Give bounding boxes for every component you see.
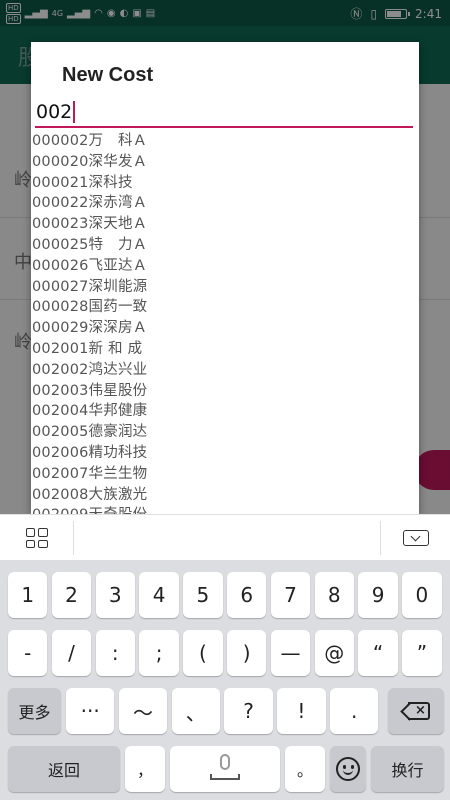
backspace-icon: × xyxy=(400,701,430,721)
suggestion-item[interactable]: 000002万 科Ａ xyxy=(32,131,416,152)
key-row1-6[interactable]: 7 xyxy=(270,572,311,618)
key-row1-9[interactable]: 0 xyxy=(402,572,442,618)
key-row2-2[interactable]: : xyxy=(95,630,135,676)
space-icon xyxy=(210,774,240,780)
suggestion-item[interactable]: 000029深深房Ａ xyxy=(32,318,416,339)
suggestion-item[interactable]: 000022深赤湾Ａ xyxy=(32,193,416,214)
key-row2-1[interactable]: / xyxy=(51,630,92,676)
suggestion-item[interactable]: 002002鸿达兴业 xyxy=(32,360,416,381)
key-row2-9[interactable]: ” xyxy=(402,630,442,676)
key-row2-5[interactable]: ) xyxy=(227,630,267,676)
key-row3-5[interactable]: . xyxy=(330,688,379,734)
stock-code-field[interactable] xyxy=(35,98,413,128)
key-row1-3[interactable]: 4 xyxy=(139,572,179,618)
back-key[interactable]: 返回 xyxy=(8,746,120,792)
suggestion-item[interactable]: 002004华邦健康 xyxy=(32,401,416,422)
keyboard-toolbar xyxy=(0,514,450,560)
key-row2-7[interactable]: @ xyxy=(314,630,354,676)
key-row2-3[interactable]: ; xyxy=(139,630,179,676)
key-row2-0[interactable]: - xyxy=(8,630,48,676)
suggestion-item[interactable]: 002007华兰生物 xyxy=(32,464,416,485)
backspace-key[interactable]: × xyxy=(388,688,444,734)
key-row1-8[interactable]: 9 xyxy=(358,572,398,618)
key-row3-1[interactable]: ～ xyxy=(118,688,168,734)
key-row3-0[interactable]: ··· xyxy=(66,688,115,734)
emoji-key[interactable] xyxy=(330,746,366,792)
suggestion-item[interactable]: 002008大族激光 xyxy=(32,485,416,506)
suggestion-item[interactable]: 000025特 力Ａ xyxy=(32,235,416,256)
smile-icon xyxy=(336,757,360,781)
new-cost-dialog: New Cost 000002万 科Ａ000020深华发Ａ000021深科技00… xyxy=(31,42,419,514)
grid-icon xyxy=(25,528,48,548)
key-row2-4[interactable]: ( xyxy=(183,630,223,676)
text-cursor xyxy=(73,101,75,123)
key-row3-2[interactable]: 、 xyxy=(171,688,220,734)
key-row1-5[interactable]: 6 xyxy=(227,572,267,618)
key-row1-2[interactable]: 3 xyxy=(95,572,135,618)
microphone-icon xyxy=(220,754,230,770)
suggestion-item[interactable]: 002001新 和 成 xyxy=(32,339,416,360)
suggestion-item[interactable]: 000028国药一致 xyxy=(32,297,416,318)
key-row1-4[interactable]: 5 xyxy=(183,572,223,618)
hide-keyboard-icon xyxy=(402,530,429,546)
key-row1-1[interactable]: 2 xyxy=(51,572,92,618)
stock-code-input[interactable] xyxy=(35,98,413,126)
suggestion-item[interactable]: 000023深天地Ａ xyxy=(32,214,416,235)
dialog-title: New Cost xyxy=(62,64,154,86)
suggestion-item[interactable]: 000027深圳能源 xyxy=(32,277,416,298)
hide-keyboard-button[interactable] xyxy=(380,521,450,555)
suggestion-item[interactable]: 000020深华发Ａ xyxy=(32,152,416,173)
suggestion-item[interactable]: 002003伟星股份 xyxy=(32,381,416,402)
key-row3-3[interactable]: ? xyxy=(224,688,273,734)
key-row1-7[interactable]: 8 xyxy=(314,572,354,618)
key-row2-8[interactable]: “ xyxy=(358,630,398,676)
keyboard: 1234567890 - /:;() — @ “” 更多 ··· ～、?!. × 返回 ，… xyxy=(0,560,450,800)
suggestion-item[interactable]: 000026飞亚达Ａ xyxy=(32,256,416,277)
suggestion-item[interactable]: 002006精功科技 xyxy=(32,443,416,464)
key-row1-0[interactable]: 1 xyxy=(8,572,48,618)
suggestion-list[interactable]: 000002万 科Ａ 000020深华发Ａ 000021深科技 000022深赤湾Ａ 0… xyxy=(32,131,416,514)
keyboard-menu-button[interactable] xyxy=(0,521,74,555)
period-key[interactable]: 。 xyxy=(285,746,325,792)
suggestion-item[interactable]: 000021深科技 xyxy=(32,173,416,194)
enter-key[interactable]: 换行 xyxy=(371,746,444,792)
suggestion-item[interactable]: 002005德豪润达 xyxy=(32,422,416,443)
comma-key[interactable]: ， xyxy=(125,746,165,792)
space-key-inner xyxy=(178,746,272,792)
more-symbols-key[interactable]: 更多 xyxy=(8,688,61,734)
space-key[interactable] xyxy=(170,746,280,792)
suggestion-item[interactable]: 002009天奇股份 xyxy=(32,505,416,514)
key-row3-4[interactable]: ! xyxy=(277,688,326,734)
key-row2-6[interactable]: — xyxy=(270,630,311,676)
